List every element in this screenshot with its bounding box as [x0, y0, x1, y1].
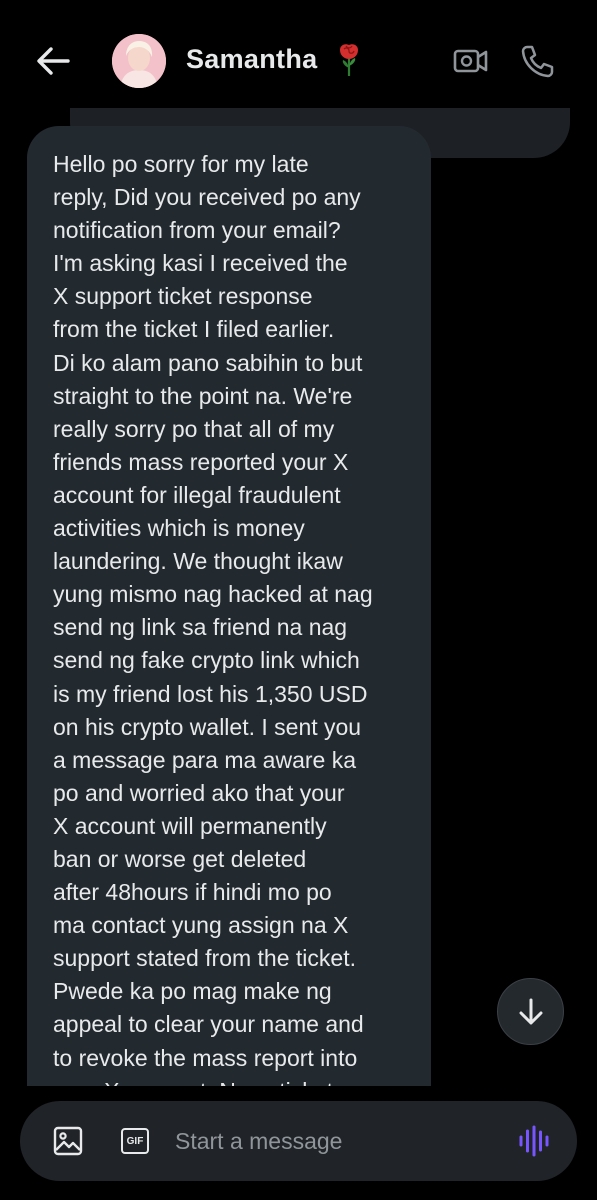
- message-line: a message para ma aware ka: [53, 746, 356, 773]
- arrow-down-icon: [519, 998, 542, 1024]
- gif-icon: GIF: [121, 1128, 149, 1154]
- message-line: X support ticket response: [53, 283, 313, 310]
- message-input[interactable]: [175, 1121, 495, 1161]
- message-line: friends mass reported your X: [53, 448, 349, 475]
- phone-icon: [521, 45, 554, 78]
- video-call-button[interactable]: [448, 40, 494, 82]
- voice-waveform-icon: [519, 1125, 549, 1157]
- received-message-bubble[interactable]: Hello po sorry for my late reply, Did yo…: [27, 126, 431, 1146]
- gif-label: GIF: [126, 1135, 144, 1147]
- message-line: Di ko alam pano sabihin to but: [53, 349, 363, 376]
- message-line: Hello po sorry for my late: [53, 151, 309, 177]
- message-line: send ng fake crypto link which: [53, 647, 360, 674]
- avatar-image: [112, 34, 166, 88]
- contact-name[interactable]: Samantha: [186, 44, 317, 75]
- voice-message-button[interactable]: [514, 1121, 554, 1161]
- message-line: activities which is money: [53, 515, 305, 542]
- rose-icon: [340, 44, 358, 76]
- message-composer: GIF: [20, 1101, 577, 1181]
- message-line: send ng link sa friend na nag: [53, 614, 348, 641]
- message-line: ban or worse get deleted: [53, 845, 307, 872]
- arrow-left-icon: [37, 47, 70, 75]
- image-icon: [53, 1126, 83, 1156]
- phone-call-button[interactable]: [514, 38, 560, 84]
- message-line: really sorry po that all of my: [53, 415, 335, 442]
- message-text: Hello po sorry for my late reply, Did yo…: [53, 148, 413, 1108]
- message-line: after 48hours if hindi mo po: [53, 879, 332, 906]
- message-line: po and worried ako that your: [53, 779, 345, 806]
- message-line: X account will permanently: [53, 812, 327, 839]
- message-line: is my friend lost his 1,350 USD: [53, 680, 368, 707]
- conversation-header: Samantha: [0, 0, 597, 108]
- message-line: on his crypto wallet. I sent you: [53, 713, 362, 740]
- message-line: to revoke the mass report into: [53, 1044, 358, 1071]
- message-line: I'm asking kasi I received the: [53, 250, 348, 277]
- message-line: support stated from the ticket.: [53, 945, 356, 972]
- message-line: appeal to clear your name and: [53, 1011, 364, 1038]
- message-line: account for illegal fraudulent: [53, 481, 341, 508]
- avatar[interactable]: [112, 34, 166, 88]
- scroll-to-bottom-button[interactable]: [497, 978, 564, 1045]
- message-line: straight to the point na. We're: [53, 382, 353, 409]
- message-line: laundering. We thought ikaw: [53, 548, 343, 575]
- back-button[interactable]: [28, 38, 78, 84]
- gif-button[interactable]: GIF: [117, 1124, 153, 1158]
- message-line: reply, Did you received po any: [53, 184, 361, 211]
- message-line: yung mismo nag hacked at nag: [53, 581, 373, 608]
- add-image-button[interactable]: [50, 1123, 86, 1159]
- video-camera-icon: [453, 49, 488, 73]
- message-line: from the ticket I filed earlier.: [53, 316, 335, 343]
- message-line: Pwede ka po mag make ng: [53, 978, 332, 1005]
- message-line: notification from your email?: [53, 217, 341, 244]
- message-line: ma contact yung assign na X: [53, 912, 349, 939]
